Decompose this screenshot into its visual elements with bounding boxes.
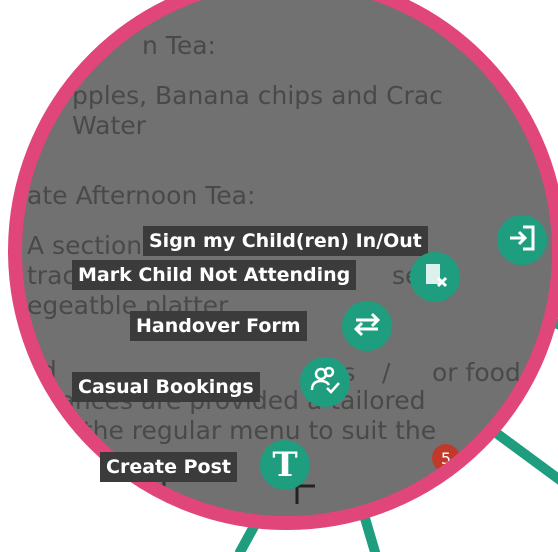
text-t-icon: T: [272, 445, 298, 485]
handover-form-button[interactable]: [342, 301, 392, 351]
mark-not-attending-label[interactable]: Mark Child Not Attending: [72, 260, 357, 290]
dim-overlay: [22, 0, 552, 516]
mark-not-attending-button[interactable]: [410, 252, 460, 302]
create-post-label[interactable]: Create Post: [100, 452, 237, 482]
swap-arrows-icon: [352, 309, 382, 344]
notification-badge: 5: [432, 444, 460, 472]
not-attending-icon: [420, 260, 450, 295]
casual-bookings-label[interactable]: Casual Bookings: [72, 372, 260, 402]
sign-in-out-button[interactable]: [497, 215, 547, 265]
create-post-button[interactable]: T: [260, 440, 310, 490]
handover-form-label[interactable]: Handover Form: [130, 311, 307, 341]
sign-in-out-label[interactable]: Sign my Child(ren) In/Out: [143, 226, 428, 256]
bell-icon[interactable]: [417, 466, 457, 516]
screen: n Tea: pples, Banana chips and Crac Wate…: [0, 0, 558, 552]
casual-bookings-button[interactable]: [300, 357, 350, 407]
sign-in-icon: [507, 223, 537, 258]
users-check-icon: [309, 364, 341, 401]
